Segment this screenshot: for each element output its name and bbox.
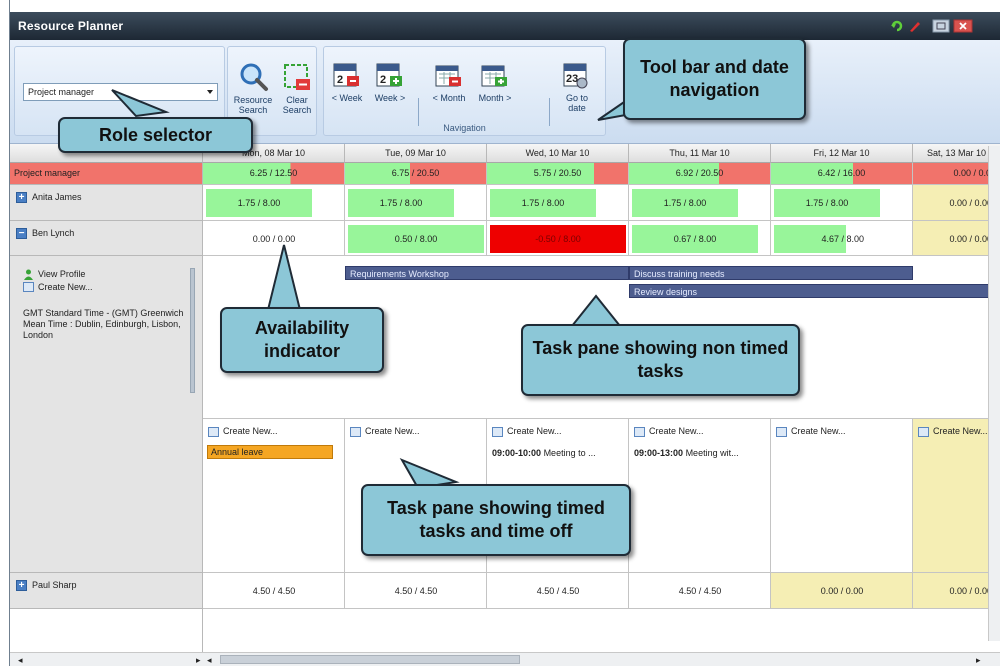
role-selector-callout: Role selector [58,117,253,153]
availability-callout: Availability indicator [220,307,384,373]
non-timed-pointer [569,294,623,327]
role-pointer [111,89,170,118]
toolbar-callout: Tool bar and date navigation [623,38,806,120]
timed-callout: Task pane showing timed tasks and time o… [361,484,631,556]
non-timed-callout: Task pane showing non timed tasks [521,324,800,396]
callout-pointers [111,89,644,490]
